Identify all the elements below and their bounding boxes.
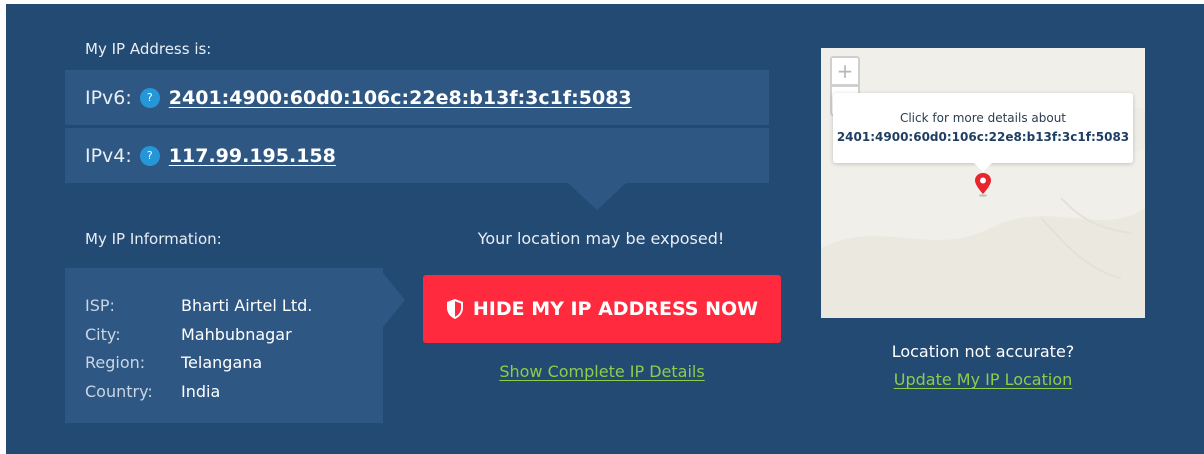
ipv4-label: IPv4: xyxy=(85,144,132,167)
ip-box-pointer xyxy=(568,183,626,210)
info-value: Telangana xyxy=(181,353,263,373)
hide-ip-button-label: HIDE MY IP ADDRESS NOW xyxy=(472,298,759,320)
info-row-country: Country: India xyxy=(85,377,383,406)
info-key: ISP: xyxy=(85,295,115,315)
map-popup-tip xyxy=(973,162,993,172)
shield-icon xyxy=(446,299,463,319)
ip-info-box: ISP: Bharti Airtel Ltd. City: Mahbubnaga… xyxy=(65,268,383,423)
info-value: Mahbubnagar xyxy=(181,324,292,344)
ipv4-help-icon[interactable]: ? xyxy=(139,145,160,166)
info-key: Country: xyxy=(85,381,153,401)
info-key: Region: xyxy=(85,353,146,373)
ip-info-title: My IP Information: xyxy=(85,230,222,248)
map-pin-icon[interactable] xyxy=(974,173,992,197)
hide-ip-button[interactable]: HIDE MY IP ADDRESS NOW xyxy=(423,275,781,343)
map-popup-ip: 2401:4900:60d0:106c:22e8:b13f:3c1f:5083 xyxy=(836,130,1130,144)
ipv6-address-link[interactable]: 2401:4900:60d0:106c:22e8:b13f:3c1f:5083 xyxy=(169,87,632,109)
info-row-isp: ISP: Bharti Airtel Ltd. xyxy=(85,291,383,320)
info-value: Bharti Airtel Ltd. xyxy=(181,295,313,315)
location-not-accurate-text: Location not accurate? xyxy=(891,342,1075,361)
map-popup-line1: Click for more details about xyxy=(899,111,1067,125)
info-value: India xyxy=(181,381,221,401)
ipv6-label: IPv6: xyxy=(85,86,132,109)
ipv6-help-icon[interactable]: ? xyxy=(139,87,160,108)
ip-panel: My IP Address is: IPv6: ? 2401:4900:60d0… xyxy=(6,4,1204,454)
update-ip-location-link[interactable]: Update My IP Location xyxy=(821,370,1145,389)
info-key: City: xyxy=(85,324,121,344)
show-ip-details-link[interactable]: Show Complete IP Details xyxy=(423,362,781,381)
ipv6-row: IPv6: ? 2401:4900:60d0:106c:22e8:b13f:3c… xyxy=(65,70,769,125)
location-map[interactable]: + − Click for more details about 2401:49… xyxy=(821,48,1145,318)
map-popup[interactable]: Click for more details about 2401:4900:6… xyxy=(833,93,1133,163)
location-exposed-text: Your location may be exposed! xyxy=(477,229,725,248)
map-zoom-in-button[interactable]: + xyxy=(830,56,860,86)
info-box-pointer xyxy=(383,273,405,327)
info-row-region: Region: Telangana xyxy=(85,348,383,377)
my-ip-label: My IP Address is: xyxy=(85,40,212,58)
ipv4-address-link[interactable]: 117.99.195.158 xyxy=(169,145,336,167)
info-row-city: City: Mahbubnagar xyxy=(85,320,383,349)
ipv4-row: IPv4: ? 117.99.195.158 xyxy=(65,128,769,183)
